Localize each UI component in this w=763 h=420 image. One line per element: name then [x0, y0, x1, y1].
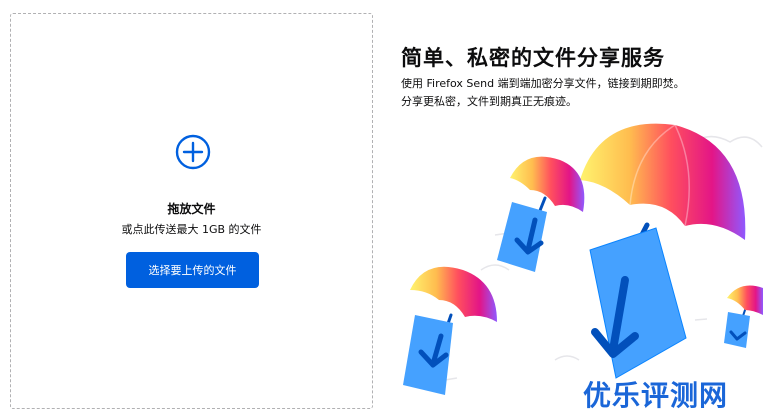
- small-parachute-left: [403, 266, 497, 395]
- small-parachute-right: [724, 285, 763, 348]
- upload-drop-zone[interactable]: 拖放文件 或点此传送最大 1GB 的文件 选择要上传的文件: [10, 13, 373, 409]
- page-headline: 简单、私密的文件分享服务: [401, 46, 665, 70]
- add-file-icon[interactable]: [175, 134, 211, 170]
- medium-parachute: [497, 156, 585, 272]
- drop-title: 拖放文件: [167, 202, 216, 216]
- intro-description: 使用 Firefox Send 端到端加密分享文件，链接到期即焚。分享更私密，文…: [401, 77, 685, 108]
- select-file-button[interactable]: 选择要上传的文件: [126, 252, 259, 288]
- site-watermark: 优乐评测网: [583, 379, 729, 412]
- large-parachute: [580, 123, 746, 379]
- drop-subtitle: 或点此传送最大 1GB 的文件: [121, 223, 262, 236]
- send-page: 拖放文件 或点此传送最大 1GB 的文件 选择要上传的文件 简单、私密的文件分享…: [0, 0, 763, 420]
